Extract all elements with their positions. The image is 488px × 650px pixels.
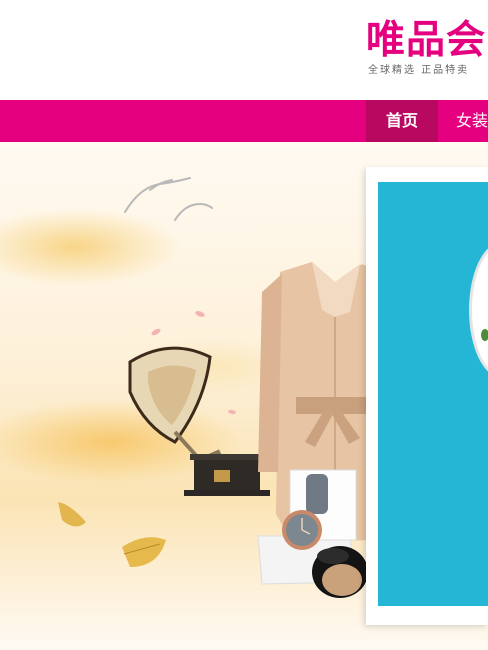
logo-text: 唯品会 (366, 18, 487, 63)
main-nav: 首页 女装 (0, 100, 488, 142)
gramophone-icon (128, 346, 270, 496)
leaf-icon (481, 329, 488, 341)
nav-item-home[interactable]: 首页 (366, 100, 438, 142)
hero-banner[interactable] (0, 142, 488, 650)
birds-icon (124, 177, 213, 221)
promo-card[interactable] (366, 167, 488, 625)
promo-card-image (378, 182, 488, 606)
logo-slogan: 全球精选 正品特卖 (368, 65, 470, 76)
gold-leaf-icon (58, 502, 166, 567)
cushion-compact-icon (312, 546, 368, 598)
site-logo[interactable]: 唯品会 全球精选 正品特卖 (366, 18, 488, 78)
nav-item-women[interactable]: 女装 (456, 100, 488, 142)
site-header: 唯品会 全球精选 正品特卖 (0, 0, 488, 100)
